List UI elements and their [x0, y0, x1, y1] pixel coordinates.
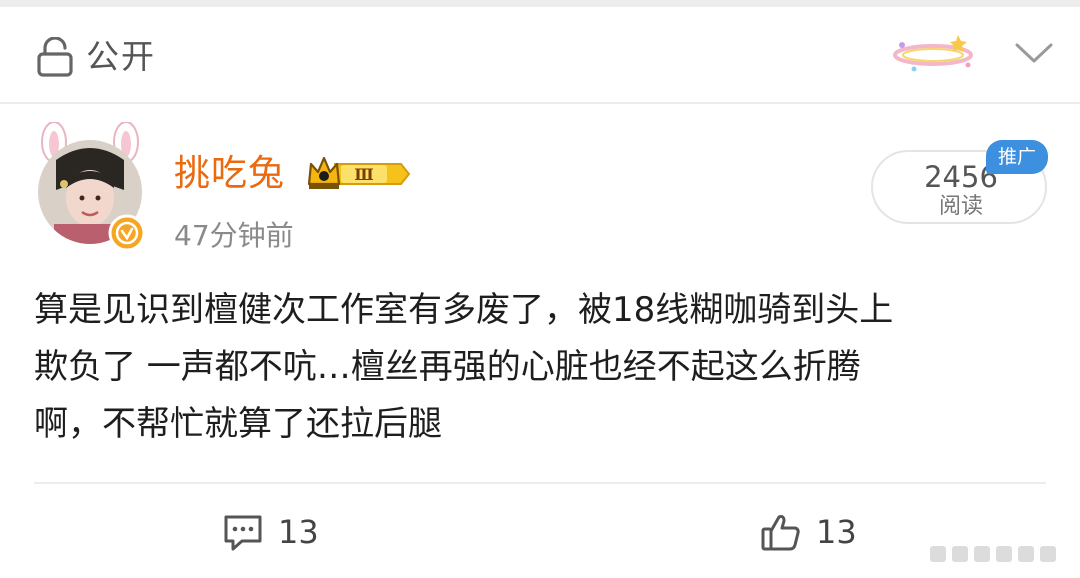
like-button[interactable]: 13	[760, 508, 857, 556]
thumbs-up-icon	[761, 515, 800, 551]
author-name[interactable]: 挑吃兔	[174, 152, 285, 196]
post-line: 算是见识到檀健次工作室有多废了，被18线糊咖骑到头上	[34, 290, 894, 330]
comment-button[interactable]: 13	[222, 508, 319, 556]
verified-badge-icon	[108, 214, 146, 252]
badge-level-text: Ⅲ	[354, 165, 373, 184]
decorative-sticker-icon	[893, 35, 973, 72]
like-count: 13	[816, 513, 857, 551]
visibility-label[interactable]: 公开	[86, 37, 156, 77]
avatar[interactable]	[24, 122, 156, 262]
read-label: 阅读	[938, 194, 983, 219]
crown-level-badge-icon[interactable]: Ⅲ	[305, 154, 411, 194]
comment-count: 13	[278, 513, 319, 551]
post-line: 欺负了 一声都不吭…檀丝再强的心脏也经不起这么折腾	[34, 347, 861, 387]
top-separator-strip	[0, 0, 1080, 7]
header-divider	[0, 102, 1080, 104]
post-line: 啊，不帮忙就算了还拉后腿	[34, 404, 442, 444]
watermark-icon	[930, 546, 1056, 562]
comment-icon	[224, 515, 262, 551]
post-content: 算是见识到檀健次工作室有多废了，被18线糊咖骑到头上 欺负了 一声都不吭…檀丝再…	[34, 282, 1054, 453]
lock-icon	[37, 37, 73, 77]
post-timestamp: 47分钟前	[174, 219, 294, 252]
post-header-bar: 公开	[0, 7, 1080, 102]
chevron-down-icon[interactable]	[1012, 37, 1056, 67]
content-divider	[34, 482, 1046, 484]
promo-tag: 推广	[986, 140, 1048, 174]
